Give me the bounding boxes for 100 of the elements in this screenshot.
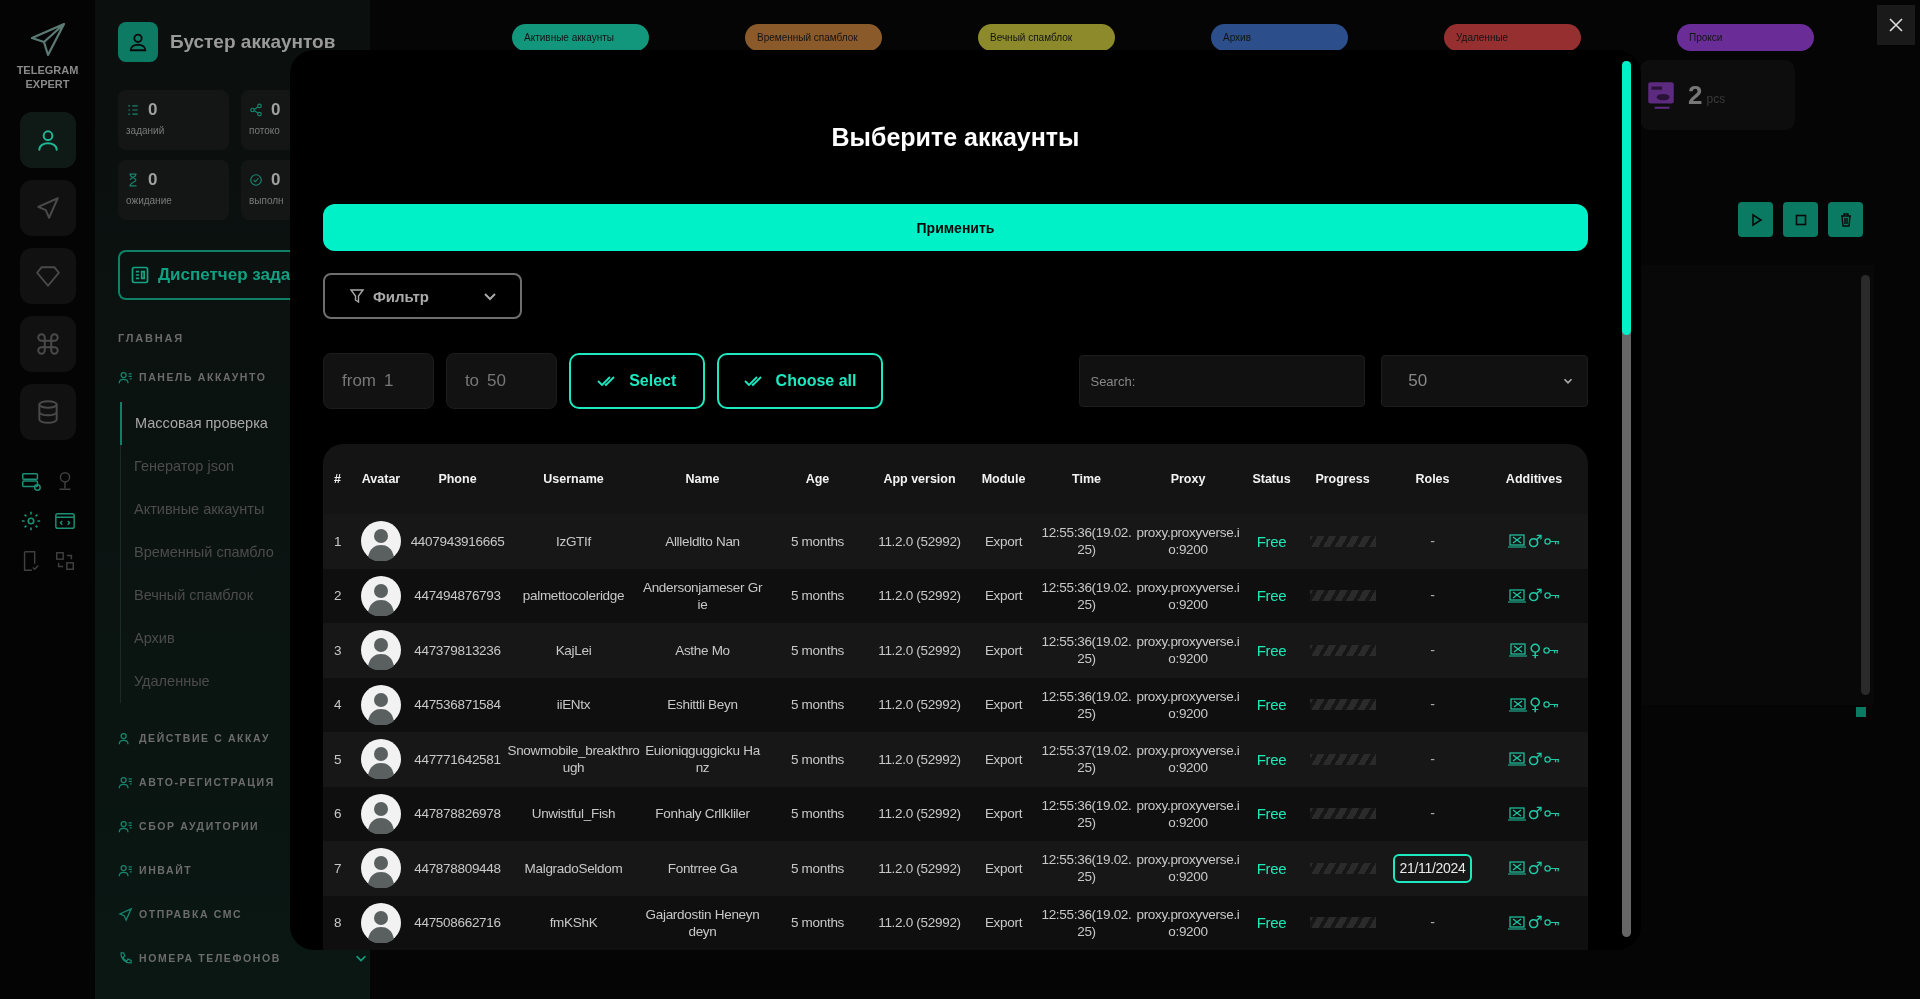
user-list-icon	[118, 818, 133, 834]
status-tab[interactable]: Временный спамблок	[745, 24, 882, 51]
status-text: Free	[1255, 859, 1288, 877]
gender-symbol: ♂	[1527, 587, 1543, 605]
delete-button[interactable]	[1828, 202, 1863, 237]
table-cell-text: 6	[332, 805, 343, 823]
avatar-icon	[361, 575, 401, 616]
table-cell-text: 447878809448	[413, 859, 502, 877]
column-header: Progress	[1314, 472, 1371, 486]
table-cell-text: 11.2.0 (52992)	[877, 641, 962, 659]
stat-value: 0	[148, 100, 158, 120]
column-header: Age	[804, 472, 831, 486]
stat-value: 0	[271, 100, 281, 120]
table-cell-text: 7	[332, 859, 343, 877]
avatar-icon	[361, 630, 401, 671]
table-cell: 12:55:36(19.02.25)	[1040, 796, 1133, 831]
table-cell: Andersonjameser Grie	[642, 578, 763, 613]
table-cell-text: proxy.proxyverse.io:9200	[1135, 524, 1241, 559]
table-cell: 12:55:36(19.02.25)	[1040, 578, 1133, 613]
scrollbar[interactable]	[1861, 275, 1870, 695]
menu-group[interactable]: ДЕЙСТВИЕ С АККАУ	[118, 727, 368, 749]
user-list-icon	[118, 862, 133, 878]
gender-symbol: ♂	[1527, 750, 1543, 768]
rail-button[interactable]	[19, 111, 76, 168]
table-cell-text: 5	[332, 750, 343, 768]
table-cell-text: 1	[332, 532, 343, 550]
play-button[interactable]	[1738, 202, 1773, 237]
key-icon	[1543, 700, 1560, 710]
modal-title: Выберите аккаунты	[830, 122, 1081, 153]
table-cell-text: 447494876793	[413, 587, 502, 605]
menu-group[interactable]: НОМЕРА ТЕЛЕФОНОВ	[118, 947, 368, 969]
table-cell: 12:55:36(19.02.25)	[1040, 633, 1133, 668]
logo-text: TELEGRAM EXPERT	[15, 64, 80, 92]
search-field[interactable]: Search:	[1079, 355, 1366, 407]
table-cell-text: 8	[332, 914, 343, 932]
status-tab[interactable]: Удаленные	[1444, 24, 1581, 51]
status-text: Free	[1255, 532, 1288, 550]
range-field[interactable]: to 50	[445, 353, 557, 409]
command-icon	[34, 330, 61, 357]
close-icon	[1888, 17, 1904, 33]
key-icon	[1544, 536, 1561, 546]
table-cell: -	[1430, 805, 1435, 823]
column-header: App version	[882, 472, 957, 486]
avatar-icon	[361, 848, 401, 889]
table-cell: -	[1430, 696, 1435, 714]
table-cell-text: Export	[983, 587, 1024, 605]
avatar-icon	[361, 793, 401, 834]
table-cell-text: 5 months	[789, 914, 846, 932]
status-tab[interactable]: Прокси	[1677, 24, 1814, 51]
table-cell-text: 5 months	[789, 750, 846, 768]
range-field[interactable]: from 1	[323, 353, 434, 409]
filter-dropdown[interactable]: Фильтр	[323, 273, 522, 319]
status-text: Free	[1255, 805, 1288, 823]
gender-symbol: ♀	[1528, 696, 1542, 714]
column-header: Name	[684, 472, 721, 486]
table-cell-text: Euioniqguggicku Hanz	[644, 742, 761, 777]
table-cell: 12:55:36(19.02.25)	[1040, 905, 1133, 940]
role-date-badge: 21/11/2024	[1393, 853, 1472, 883]
table-cell-text: 11.2.0 (52992)	[877, 805, 962, 823]
close-button[interactable]	[1877, 5, 1915, 45]
column-header: Time	[1071, 472, 1102, 486]
stop-button[interactable]	[1783, 202, 1818, 237]
check-circle-icon	[249, 173, 263, 187]
table-cell-text: IzGTIf	[555, 532, 593, 550]
settings-icon[interactable]	[19, 509, 42, 532]
envelope-x-icon	[1507, 806, 1526, 821]
table-cell-text: 5 months	[789, 805, 846, 823]
column-header: Avatar	[360, 472, 402, 486]
stat-value: 0	[271, 170, 281, 190]
choose-all-button[interactable]: Choose all	[716, 353, 884, 409]
table-cell-text: MalgradoSeldom	[523, 859, 624, 877]
table-cell-text: Fontrree Ga	[666, 859, 739, 877]
table-cell-text: 11.2.0 (52992)	[877, 914, 962, 932]
table-cell: -	[1430, 641, 1435, 659]
column-header: Module	[980, 472, 1027, 486]
table-cell-text: 447878826978	[413, 805, 502, 823]
apply-button[interactable]: Применить	[323, 204, 1588, 252]
gender-symbol: ♂	[1527, 532, 1543, 550]
swap-icon[interactable]	[53, 549, 76, 572]
table-cell-text: proxy.proxyverse.io:9200	[1135, 851, 1241, 886]
per-page-select[interactable]: 50	[1381, 355, 1588, 407]
table-cell-text: 5 months	[789, 532, 846, 550]
table-cell-text: 11.2.0 (52992)	[877, 532, 962, 550]
key-icon	[1544, 754, 1561, 764]
table-cell-text: 447536871584	[413, 696, 502, 714]
table-cell-text: proxy.proxyverse.io:9200	[1135, 905, 1241, 940]
scrollbar[interactable]	[1622, 61, 1631, 937]
stat-label: выполн	[249, 195, 285, 206]
key-icon	[1544, 809, 1561, 819]
envelope-x-icon	[1507, 588, 1526, 603]
envelope-x-icon	[1507, 915, 1526, 930]
table-cell-text: Export	[983, 805, 1024, 823]
table-cell-text: 5 months	[789, 641, 846, 659]
select-button[interactable]: Select	[568, 353, 705, 409]
app-logo	[118, 22, 158, 62]
status-tab[interactable]: Архив	[1211, 24, 1348, 51]
status-tab[interactable]: Вечный спамблок	[978, 24, 1115, 51]
resize-handle[interactable]	[1856, 707, 1866, 717]
menu-group[interactable]: АВТО-РЕГИСТРАЦИЯ	[118, 771, 368, 793]
status-tab[interactable]: Активные аккаунты	[512, 24, 649, 51]
